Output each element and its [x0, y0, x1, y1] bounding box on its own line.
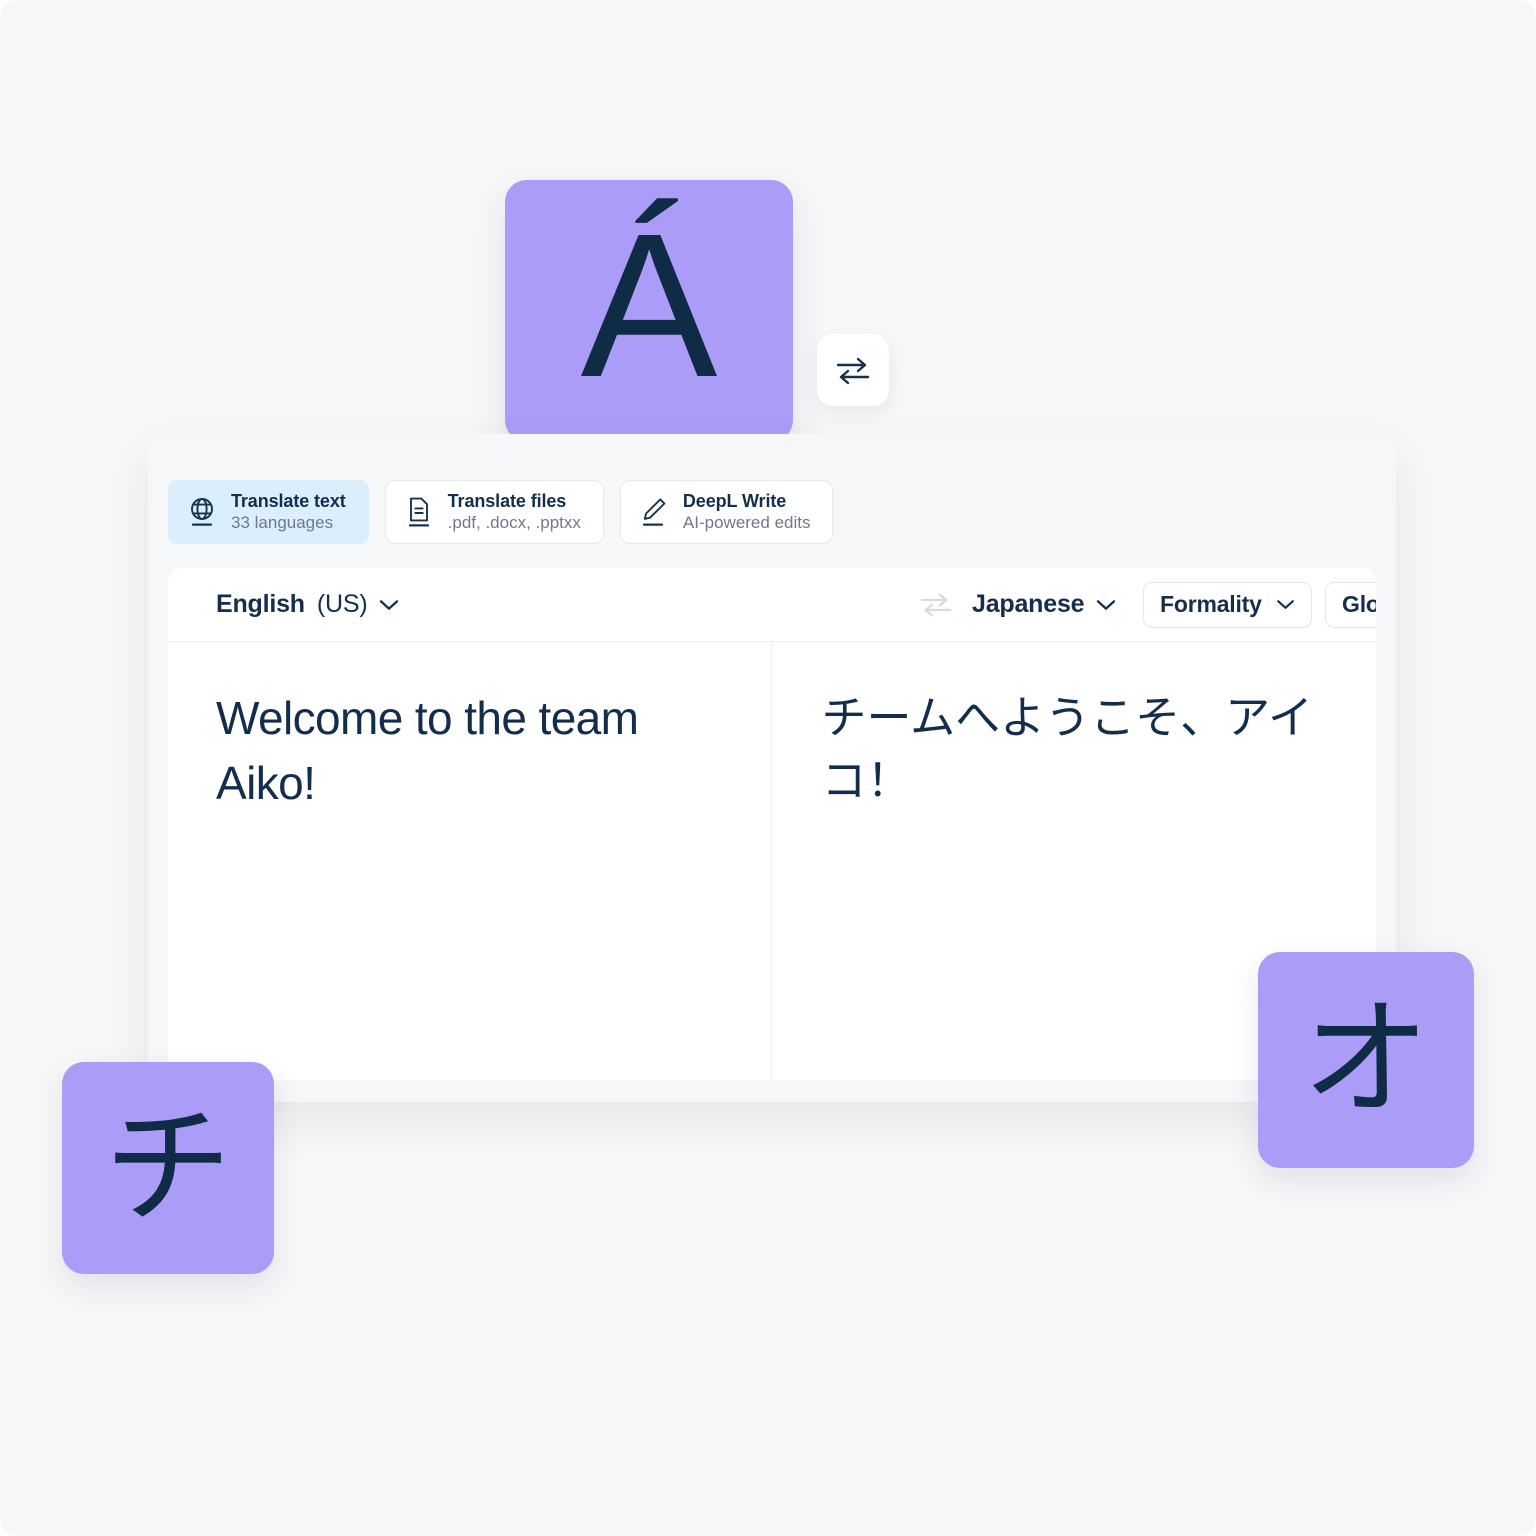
tab-deepl-write[interactable]: DeepL Write AI-powered edits [619, 480, 834, 544]
tab-subtitle: .pdf, .docx, .pptxx [447, 512, 581, 532]
swap-languages-button[interactable] [916, 585, 956, 625]
katakana-chi-glyph: チ [103, 1096, 232, 1239]
source-language-selector[interactable]: English (US) [216, 590, 399, 619]
globe-icon [187, 495, 217, 529]
source-text[interactable]: Welcome to the team Aiko! [216, 686, 721, 817]
tab-title: Translate files [447, 490, 567, 511]
chevron-down-icon [1097, 599, 1116, 610]
formality-label: Formality [1160, 591, 1262, 617]
mode-tab-row: Translate text 33 languages Translate fi… [168, 480, 834, 544]
source-language-name: English [216, 590, 305, 618]
accent-a-tile: Á [505, 180, 793, 442]
katakana-o-tile: オ [1258, 952, 1474, 1168]
source-text-pane[interactable]: Welcome to the team Aiko! [168, 642, 771, 1080]
editor-panes: Welcome to the team Aiko! チームへようこそ、アイコ！ [168, 642, 1376, 1080]
formality-dropdown-button[interactable]: Formality [1143, 581, 1312, 628]
target-language-name: Japanese [972, 590, 1085, 618]
chevron-down-icon [1276, 600, 1294, 609]
target-text: チームへようこそ、アイコ！ [821, 691, 1313, 807]
translate-card: English (US) Japanese Formality Glo Welc… [168, 568, 1376, 1080]
tab-subtitle: 33 languages [231, 512, 334, 532]
katakana-o-glyph: オ [1301, 988, 1430, 1131]
accent-a-glyph: Á [580, 190, 718, 420]
swap-arrows-icon [836, 357, 870, 385]
tab-subtitle: AI-powered edits [682, 512, 811, 532]
document-icon [404, 495, 434, 529]
translator-panel: Translate text 33 languages Translate fi… [148, 434, 1396, 1102]
tab-translate-text[interactable]: Translate text 33 languages [168, 480, 369, 544]
tab-title: DeepL Write [682, 490, 787, 511]
tab-title: Translate text [231, 490, 346, 511]
swap-arrows-icon [920, 593, 952, 616]
language-selection-bar: English (US) Japanese Formality Glo [168, 568, 1376, 642]
target-language-selector[interactable]: Japanese [972, 590, 1116, 619]
floating-swap-languages-button[interactable] [817, 334, 889, 406]
tab-translate-files[interactable]: Translate files .pdf, .docx, .pptxx [384, 480, 604, 544]
source-language-variant: (US) [316, 590, 368, 618]
glossary-button[interactable]: Glossary [1325, 581, 1376, 628]
glossary-label: Glossary [1342, 591, 1376, 617]
chevron-down-icon [380, 599, 399, 610]
katakana-chi-tile: チ [62, 1062, 274, 1274]
pencil-icon [639, 495, 669, 529]
deepl-translator-screenshot: Á Translate text 33 languages Translate … [0, 0, 1536, 1536]
